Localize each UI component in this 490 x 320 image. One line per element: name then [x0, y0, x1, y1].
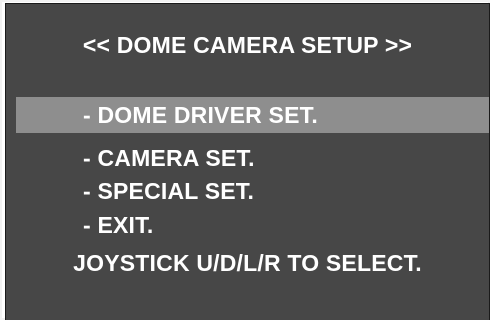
- osd-menu-screen: << DOME CAMERA SETUP >> - DOME DRIVER SE…: [5, 3, 490, 320]
- navigation-hint: JOYSTICK U/D/L/R TO SELECT.: [73, 250, 422, 276]
- osd-frame: << DOME CAMERA SETUP >> - DOME DRIVER SE…: [0, 0, 490, 320]
- menu-item-exit[interactable]: - EXIT.: [83, 211, 153, 239]
- menu-item-camera-set[interactable]: - CAMERA SET.: [83, 144, 255, 172]
- menu-title: << DOME CAMERA SETUP >>: [82, 32, 413, 58]
- menu-item-special-set[interactable]: - SPECIAL SET.: [83, 177, 254, 205]
- menu-item-dome-driver-set[interactable]: - DOME DRIVER SET.: [83, 101, 318, 129]
